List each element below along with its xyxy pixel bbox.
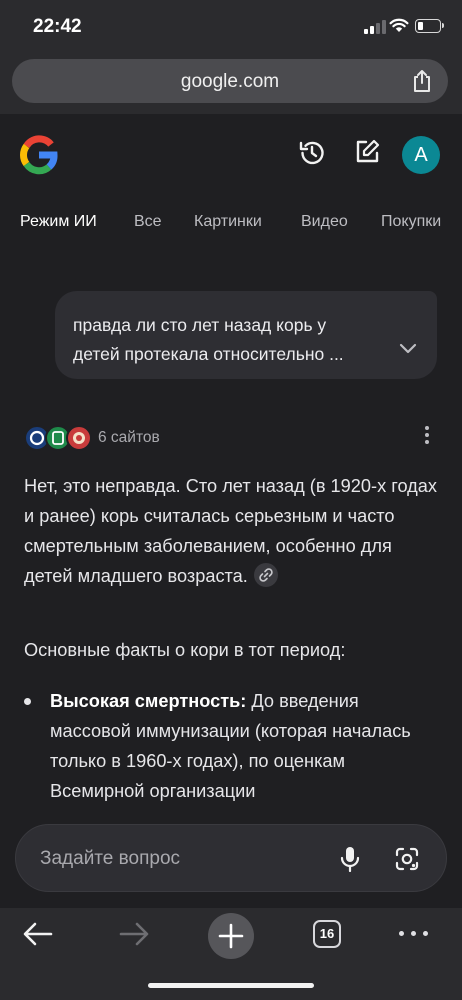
search-mode-tabs: Режим ИИ Все Картинки Видео Покупки bbox=[0, 213, 462, 237]
bullet-dot bbox=[24, 698, 31, 705]
home-indicator bbox=[148, 983, 314, 988]
address-bar[interactable]: google.com bbox=[12, 59, 448, 103]
menu-dots-icon[interactable] bbox=[399, 931, 429, 937]
tab-videos[interactable]: Видео bbox=[301, 213, 348, 231]
query-text: правда ли сто лет назад корь у детей про… bbox=[73, 315, 344, 364]
ai-answer-paragraph: Нет, это неправда. Сто лет назад (в 1920… bbox=[24, 476, 437, 587]
answer-subheading: Основные факты о кори в тот период: bbox=[24, 640, 346, 660]
source-favicons bbox=[24, 424, 92, 452]
chevron-down-icon[interactable] bbox=[399, 343, 417, 355]
tab-ai-mode[interactable]: Режим ИИ bbox=[20, 213, 97, 231]
history-icon[interactable] bbox=[297, 138, 327, 168]
google-logo-icon[interactable] bbox=[18, 134, 60, 176]
ask-placeholder: Задайте вопрос bbox=[40, 848, 181, 869]
google-lens-icon[interactable] bbox=[394, 846, 420, 872]
new-tab-button[interactable] bbox=[208, 913, 254, 959]
source-favicon bbox=[66, 425, 92, 451]
tab-shopping[interactable]: Покупки bbox=[381, 213, 441, 231]
link-icon[interactable] bbox=[253, 563, 278, 587]
back-arrow-icon[interactable] bbox=[22, 920, 54, 948]
clock: 22:42 bbox=[33, 16, 82, 37]
plus-icon bbox=[218, 923, 244, 949]
user-query-bubble[interactable]: правда ли сто лет назад корь у детей про… bbox=[55, 291, 437, 379]
url-text: google.com bbox=[180, 71, 280, 92]
bullet-title: Высокая смертность: bbox=[50, 691, 247, 711]
forward-arrow-icon[interactable] bbox=[118, 920, 150, 948]
status-bar: 22:42 bbox=[0, 0, 462, 52]
sources-count-label: 6 сайтов bbox=[98, 429, 160, 446]
browser-toolbar: google.com bbox=[0, 52, 462, 114]
share-icon[interactable] bbox=[410, 68, 434, 94]
account-avatar[interactable]: A bbox=[402, 136, 440, 174]
new-chat-icon[interactable] bbox=[353, 138, 381, 166]
tab-images[interactable]: Картинки bbox=[194, 213, 262, 231]
tab-all[interactable]: Все bbox=[134, 213, 162, 231]
battery-icon bbox=[415, 19, 444, 33]
ask-input[interactable]: Задайте вопрос bbox=[15, 824, 447, 892]
cellular-signal-icon bbox=[364, 20, 386, 34]
tab-switcher-button[interactable]: 16 bbox=[313, 920, 341, 948]
microphone-icon[interactable] bbox=[339, 846, 361, 872]
more-options-icon[interactable] bbox=[424, 426, 430, 446]
wifi-icon bbox=[389, 18, 409, 32]
